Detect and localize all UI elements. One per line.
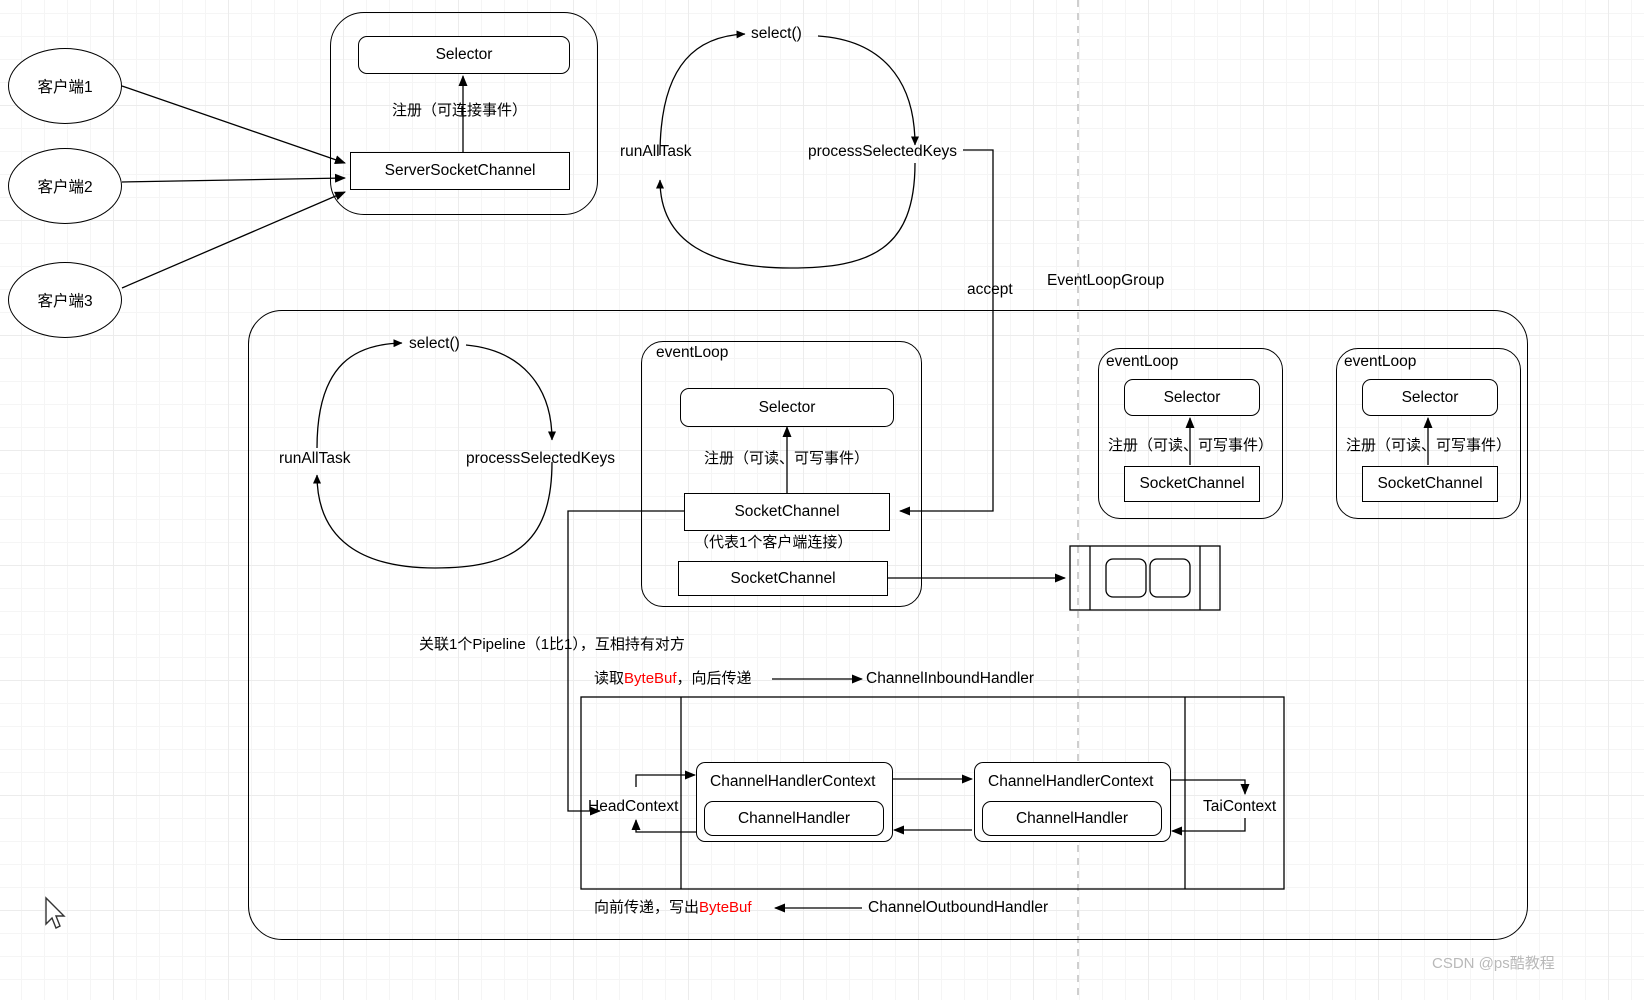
client-3-label: 客户端3 (37, 293, 93, 310)
accept-label: accept (967, 281, 1013, 298)
watermark: CSDN @ps酷教程 (1432, 955, 1555, 972)
channel-handler-context-1-label: ChannelHandlerContext (710, 773, 876, 790)
inbound-bytebuf-highlight: ByteBuf (624, 670, 677, 687)
outbound-bytebuf-highlight: ByteBuf (699, 899, 752, 916)
inbound-flow-label: 读取ByteBuf，向后传递 (594, 670, 752, 688)
boss-run-all-task-label: runAllTask (620, 143, 692, 160)
event-loop-1-selector-box[interactable]: Selector (680, 388, 894, 427)
head-context-label: HeadContext (588, 798, 679, 815)
client-1-label: 客户端1 (37, 79, 93, 96)
outbound-prefix: 向前传递，写出 (594, 899, 700, 916)
event-loop-3-register-label: 注册（可读、可写事件） (1346, 437, 1512, 454)
channel-handler-1-label: ChannelHandler (737, 809, 851, 827)
event-loop-3-socket-channel-1-label: SocketChannel (1377, 475, 1483, 492)
event-loop-2-selector-label: Selector (1163, 388, 1221, 406)
event-loop-1-channel-note: （代表1个客户端连接） (694, 534, 853, 551)
worker-process-selected-keys-label: processSelectedKeys (466, 450, 616, 467)
outbound-flow-label: 向前传递，写出ByteBuf (594, 899, 752, 917)
event-loop-1-socket-channel-2[interactable]: SocketChannel (678, 561, 888, 596)
channel-handler-2-label: ChannelHandler (1015, 809, 1129, 827)
client-2-label: 客户端2 (37, 179, 93, 196)
event-loop-3-selector-label: Selector (1401, 388, 1459, 406)
event-loop-2-register-label: 注册（可读、可写事件） (1108, 437, 1274, 454)
event-loop-3-title: eventLoop (1344, 353, 1417, 370)
channel-outbound-handler-label: ChannelOutboundHandler (868, 899, 1049, 916)
event-loop-2-socket-channel-1-label: SocketChannel (1139, 475, 1245, 492)
worker-select-label: select() (409, 335, 460, 352)
event-loop-1-register-label: 注册（可读、可写事件） (704, 450, 870, 467)
boss-process-selected-keys-label: processSelectedKeys (808, 143, 958, 160)
event-loop-1-socket-channel-2-label: SocketChannel (730, 569, 836, 587)
event-loop-1-title: eventLoop (656, 344, 729, 361)
event-loop-1-socket-channel-1[interactable]: SocketChannel (684, 493, 890, 531)
event-loop-3-selector-box[interactable]: Selector (1362, 379, 1498, 416)
boss-register-label: 注册（可连接事件） (392, 102, 528, 119)
boss-selector-box[interactable]: Selector (358, 36, 570, 74)
channel-handler-1[interactable]: ChannelHandler (704, 801, 884, 836)
inbound-prefix: 读取 (594, 670, 625, 687)
event-loop-2-selector-box[interactable]: Selector (1124, 379, 1260, 416)
diagram-canvas: 客户端1 客户端2 客户端3 Selector 注册（可连接事件） Server… (0, 0, 1644, 1000)
event-loop-1-socket-channel-1-label: SocketChannel (734, 503, 840, 520)
client-2[interactable]: 客户端2 (8, 148, 122, 224)
boss-selector-label: Selector (435, 46, 493, 63)
event-loop-1-selector-label: Selector (758, 398, 816, 416)
event-loop-2-socket-channel-1[interactable]: SocketChannel (1124, 466, 1260, 502)
mouse-cursor (45, 896, 66, 929)
channel-inbound-handler-label: ChannelInboundHandler (866, 670, 1035, 687)
boss-select-label: select() (751, 25, 802, 42)
inbound-suffix: ，向后传递 (676, 670, 752, 687)
pipeline-association-note: 关联1个Pipeline（1比1），互相持有对方 (419, 636, 685, 653)
event-loop-3-socket-channel-1[interactable]: SocketChannel (1362, 466, 1498, 502)
event-loop-2-title: eventLoop (1106, 353, 1179, 370)
server-socket-channel-box[interactable]: ServerSocketChannel (350, 152, 570, 190)
server-socket-channel-label: ServerSocketChannel (384, 162, 536, 179)
tail-context-label: TaiContext (1203, 798, 1277, 815)
worker-run-all-task-label: runAllTask (279, 450, 351, 467)
event-loop-group-label: EventLoopGroup (1047, 272, 1165, 289)
client-3[interactable]: 客户端3 (8, 262, 122, 338)
channel-handler-2[interactable]: ChannelHandler (982, 801, 1162, 836)
client-1[interactable]: 客户端1 (8, 48, 122, 124)
channel-handler-context-2-label: ChannelHandlerContext (988, 773, 1154, 790)
